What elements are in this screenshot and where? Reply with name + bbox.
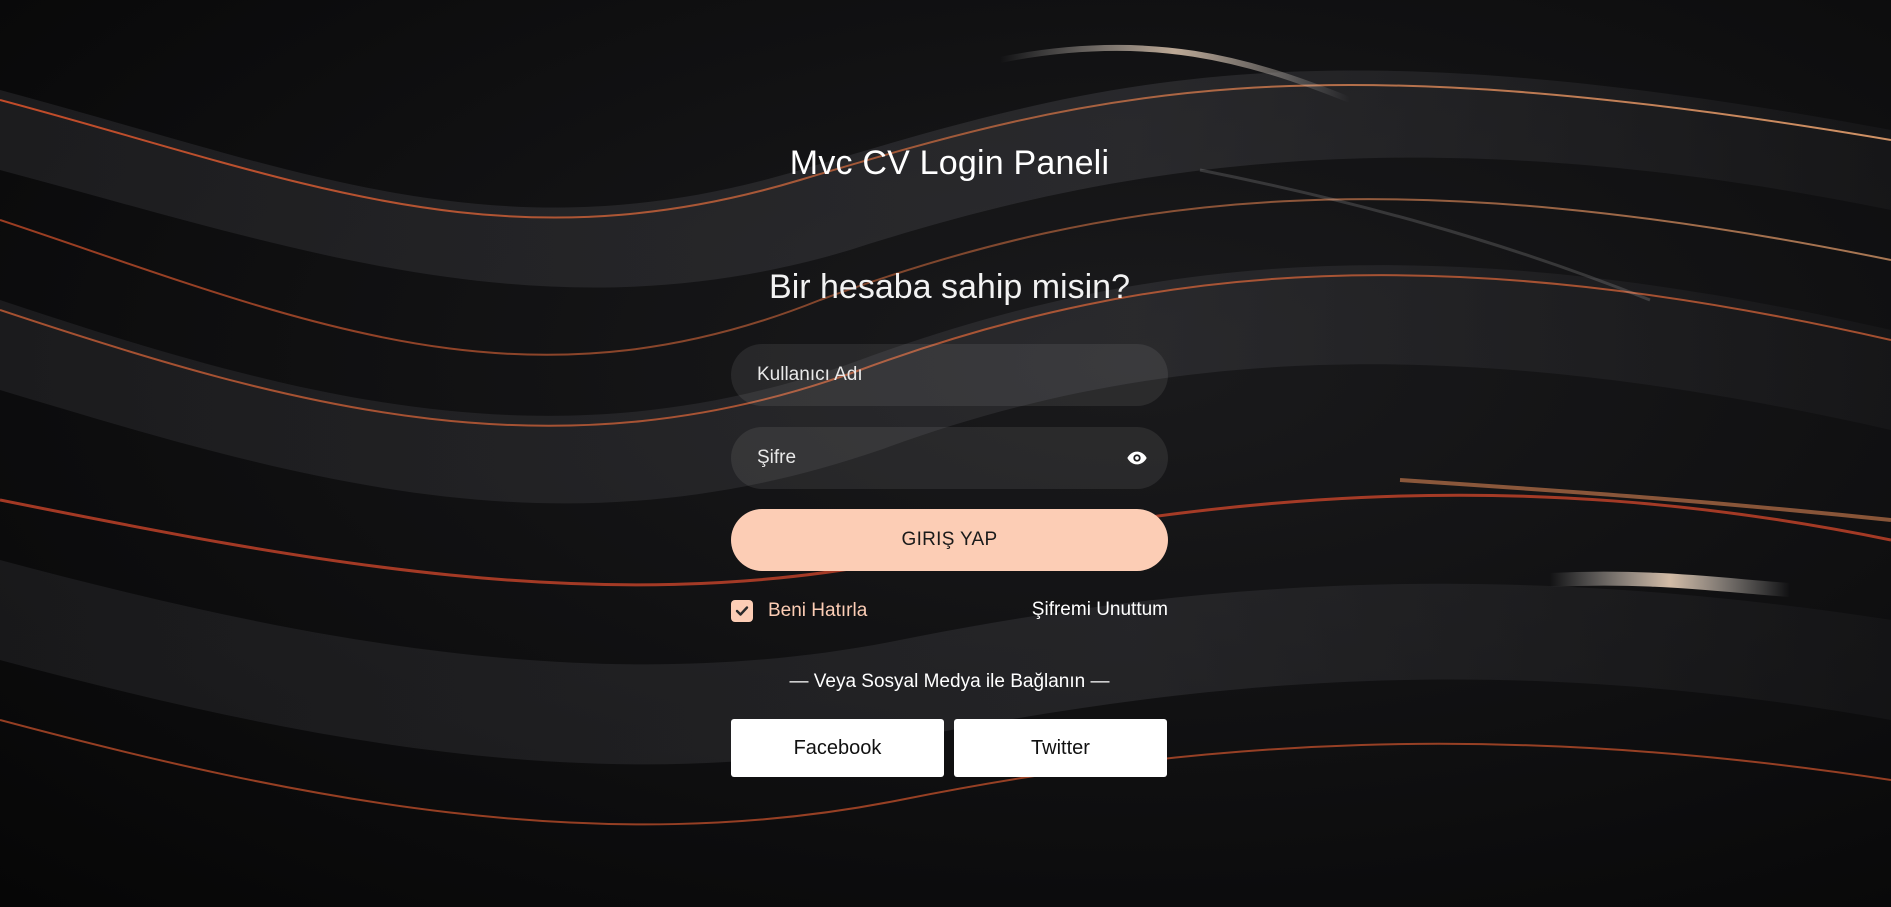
login-subtitle: Bir hesaba sahip misin? [769,268,1130,306]
password-input[interactable] [731,427,1168,489]
page-title: Mvc CV Login Paneli [789,144,1110,182]
social-divider-text: — Veya Sosyal Medya ile Bağlanın — [789,671,1110,692]
login-button[interactable]: GIRIŞ YAP [731,509,1168,571]
checkbox-checked-icon[interactable] [731,600,753,622]
forgot-password-link[interactable]: Şifremi Unuttum [1032,599,1168,621]
password-field-wrapper [731,427,1168,489]
login-panel: Mvc CV Login Paneli Bir hesaba sahip mis… [731,0,1168,907]
twitter-login-button[interactable]: Twitter [954,719,1167,777]
username-input[interactable] [731,344,1168,406]
facebook-login-button[interactable]: Facebook [731,719,944,777]
remember-me-checkbox[interactable]: Beni Hatırla [731,599,867,623]
eye-icon[interactable] [1126,447,1148,469]
remember-me-label: Beni Hatırla [768,600,868,621]
